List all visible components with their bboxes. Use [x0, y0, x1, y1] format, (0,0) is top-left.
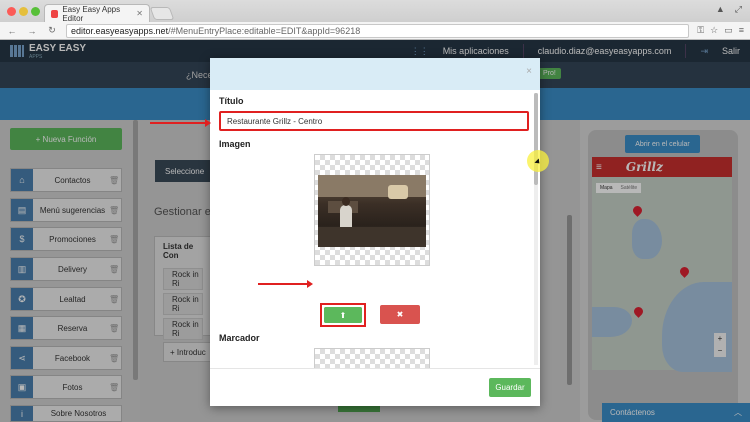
title-input[interactable]: Restaurante Grillz - Centro — [219, 111, 529, 131]
image-preview — [314, 154, 430, 266]
forward-icon[interactable]: → — [26, 26, 38, 36]
title-label: Título — [219, 96, 244, 106]
maximize-window-icon[interactable] — [31, 7, 40, 16]
delete-image-button[interactable]: ✖ — [380, 305, 420, 324]
modal-header: × — [210, 58, 540, 90]
upload-highlight: ⬆ — [320, 303, 366, 327]
url-path: /#MenuEntryPlace:editable=EDIT&appId=962… — [168, 25, 361, 36]
star-icon[interactable]: ☆ — [710, 25, 718, 36]
image-label: Imagen — [219, 139, 251, 149]
close-icon[interactable]: × — [526, 66, 532, 77]
menu-icon[interactable]: ≡ — [739, 25, 744, 36]
url-host: editor.easyeasyapps.net — [71, 25, 169, 36]
browser-tab[interactable]: Easy Easy Apps Editor ✕ — [44, 4, 150, 23]
upload-button[interactable]: ⬆ — [324, 307, 362, 323]
modal-body: Título Restaurante Grillz - Centro Image… — [210, 90, 540, 368]
annotation-arrow — [258, 280, 313, 288]
close-icon: ✖ — [396, 310, 404, 319]
favicon-icon — [51, 9, 59, 18]
cast-icon[interactable]: ▭ — [724, 25, 733, 36]
edit-location-modal: × Título Restaurante Grillz - Centro Ima… — [210, 58, 540, 406]
back-icon[interactable]: ← — [6, 26, 18, 36]
modal-footer: Guardar — [210, 368, 540, 406]
tab-close-icon[interactable]: ✕ — [136, 9, 143, 18]
save-button[interactable]: Guardar — [489, 378, 531, 397]
user-icon[interactable]: ▲ — [716, 4, 725, 16]
window-controls: ▲ ⤢ — [708, 0, 750, 20]
cursor-highlight — [527, 150, 549, 172]
restaurant-photo — [318, 175, 426, 247]
minimize-window-icon[interactable] — [19, 7, 28, 16]
browser-tab-title: Easy Easy Apps Editor — [62, 4, 121, 23]
annotation-arrow — [150, 119, 211, 127]
address-bar-row: ← → ↻ editor.easyeasyapps.net/#MenuEntry… — [0, 22, 750, 40]
reload-icon[interactable]: ↻ — [46, 25, 58, 36]
resize-icon[interactable]: ⤢ — [735, 4, 742, 16]
close-window-icon[interactable] — [7, 7, 16, 16]
modal-scrollbar[interactable] — [534, 93, 538, 365]
key-icon[interactable]: ⚿ — [697, 25, 704, 36]
new-tab-button[interactable] — [149, 7, 175, 20]
url-input[interactable]: editor.easyeasyapps.net/#MenuEntryPlace:… — [66, 23, 690, 38]
marker-preview — [314, 348, 430, 368]
upload-icon: ⬆ — [324, 307, 362, 323]
marker-label: Marcador — [219, 333, 260, 343]
browser-tab-bar: Easy Easy Apps Editor ✕ ▲ ⤢ — [0, 0, 750, 23]
